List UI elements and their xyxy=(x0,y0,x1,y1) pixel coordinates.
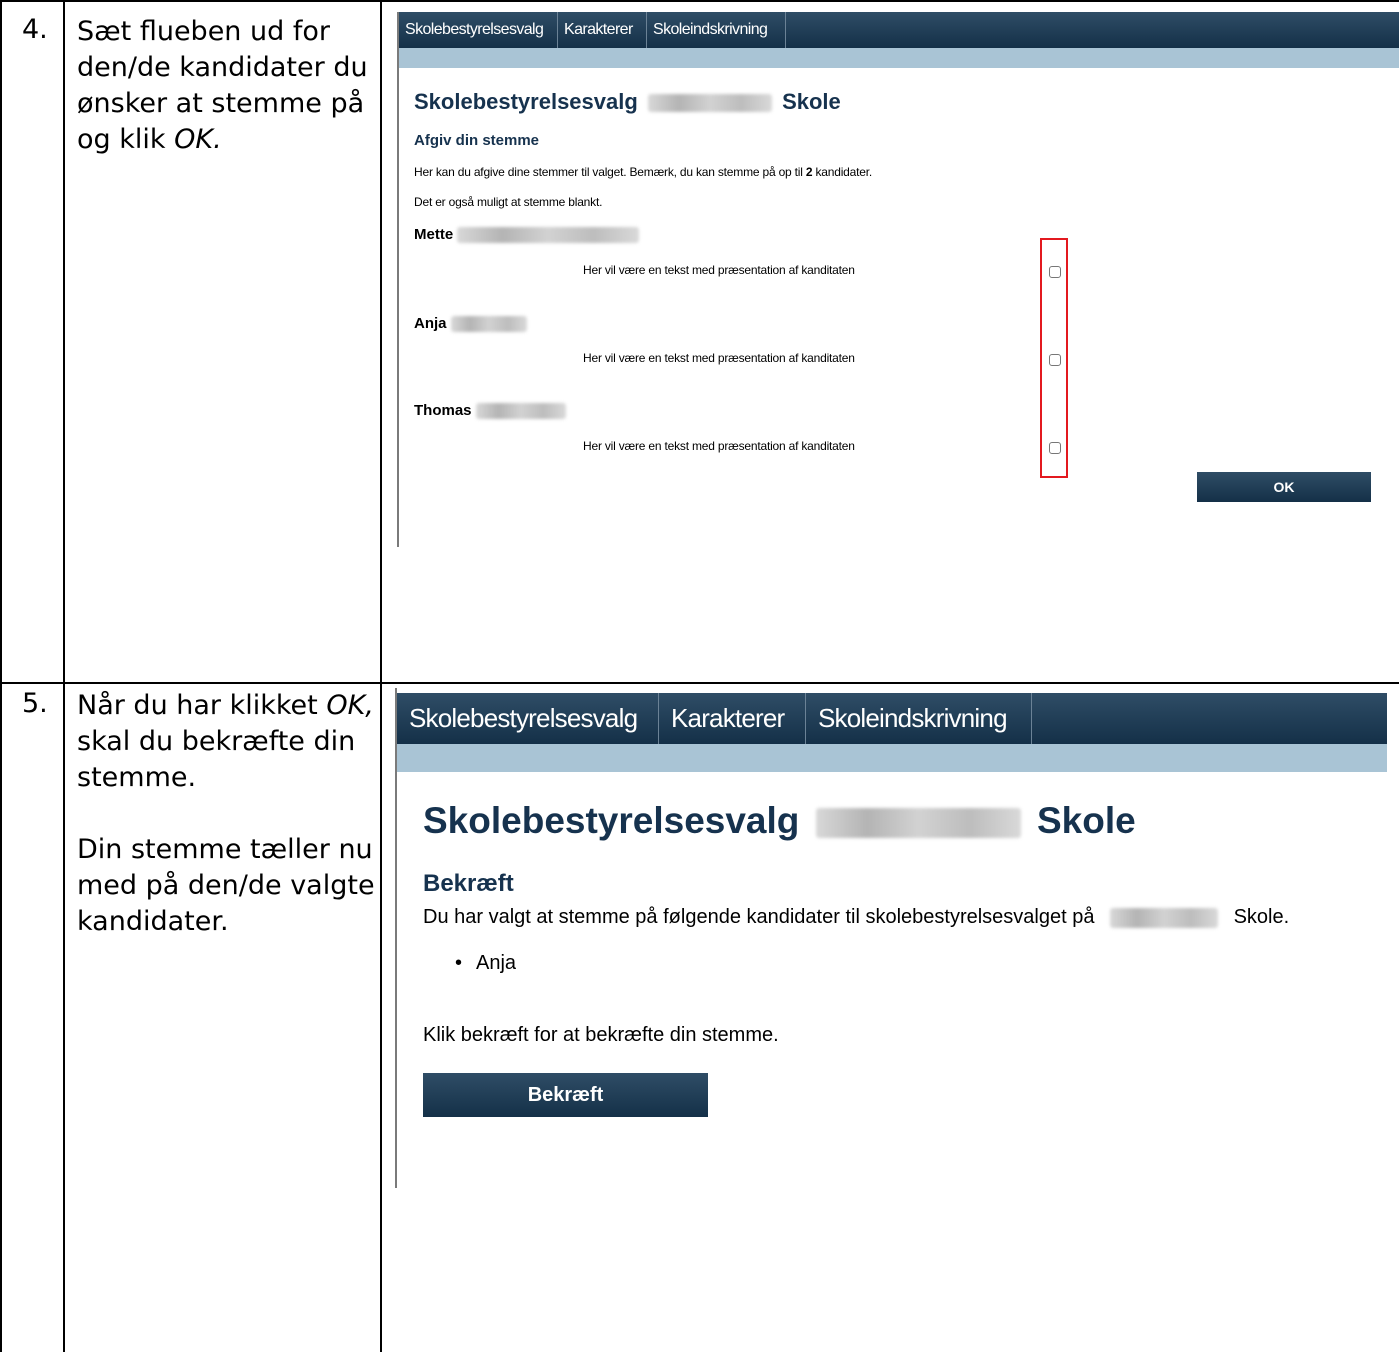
table-border-left xyxy=(0,0,2,1352)
redacted-school-name xyxy=(647,94,772,113)
step-instruction-note: Din stemme tæller nu med på den/de valgt… xyxy=(77,834,375,937)
sub-bar xyxy=(399,48,1399,68)
screenshot-confirm: Skolebestyrelsesvalg Karakterer Skoleind… xyxy=(395,688,1387,1188)
info-text: Her kan du afgive dine stemmer til valge… xyxy=(414,165,872,179)
confirm-button[interactable]: Bekræft xyxy=(423,1073,708,1117)
candidate-description: Her vil være en tekst med præsentation a… xyxy=(583,351,855,365)
page-title: Skolebestyrelsesvalg Skole xyxy=(414,89,841,114)
candidate-name: Thomas xyxy=(414,402,566,420)
table-col-divider xyxy=(63,0,65,1352)
tab-skolebestyrelsesvalg[interactable]: Skolebestyrelsesvalg xyxy=(399,12,558,48)
screenshot-border xyxy=(397,12,399,547)
table-col-divider xyxy=(380,0,382,1352)
tab-skoleindskrivning[interactable]: Skoleindskrivning xyxy=(647,12,786,48)
screenshot-vote: Skolebestyrelsesvalg Karakterer Skoleind… xyxy=(397,12,1399,547)
sub-bar xyxy=(397,744,1387,772)
info-text-blank: Det er også muligt at stemme blankt. xyxy=(414,195,603,209)
section-heading: Bekræft xyxy=(423,870,514,897)
nav-bar: Skolebestyrelsesvalg Karakterer Skoleind… xyxy=(397,693,1387,744)
step-number: 5. xyxy=(22,688,48,719)
step-instruction: Når du har klikket OK, skal du bekræfte … xyxy=(77,688,377,940)
confirm-instruction: Klik bekræft for at bekræfte din stemme. xyxy=(423,1024,779,1046)
redacted-school-name xyxy=(815,808,1021,839)
step-instruction: Sæt flueben ud for den/de kandidater du … xyxy=(77,16,368,155)
chosen-candidate-item: • Anja xyxy=(455,952,517,974)
candidate-description: Her vil være en tekst med præsentation a… xyxy=(583,439,855,453)
table-row-divider xyxy=(0,682,1399,684)
tab-skolebestyrelsesvalg[interactable]: Skolebestyrelsesvalg xyxy=(397,693,659,744)
page-title: Skolebestyrelsesvalg Skole xyxy=(423,800,1136,841)
tab-skoleindskrivning[interactable]: Skoleindskrivning xyxy=(806,693,1032,744)
candidate-name: Mette xyxy=(414,226,640,244)
redacted-surname xyxy=(450,316,527,333)
tab-karakterer[interactable]: Karakterer xyxy=(659,693,806,744)
step-number: 4. xyxy=(22,14,48,45)
chosen-candidates-text: Du har valgt at stemme på følgende kandi… xyxy=(423,906,1290,928)
candidate-name: Anja xyxy=(414,315,527,333)
nav-bar: Skolebestyrelsesvalg Karakterer Skoleind… xyxy=(399,12,1399,48)
candidate-description: Her vil være en tekst med præsentation a… xyxy=(583,263,855,277)
checkbox-highlight-box xyxy=(1040,238,1068,478)
redacted-surname xyxy=(457,227,640,244)
redacted-school-name xyxy=(1110,907,1219,928)
tab-karakterer[interactable]: Karakterer xyxy=(558,12,647,48)
table-border-top xyxy=(0,0,1399,2)
ok-button[interactable]: OK xyxy=(1197,472,1371,502)
redacted-surname xyxy=(475,403,566,420)
section-heading: Afgiv din stemme xyxy=(414,132,540,149)
